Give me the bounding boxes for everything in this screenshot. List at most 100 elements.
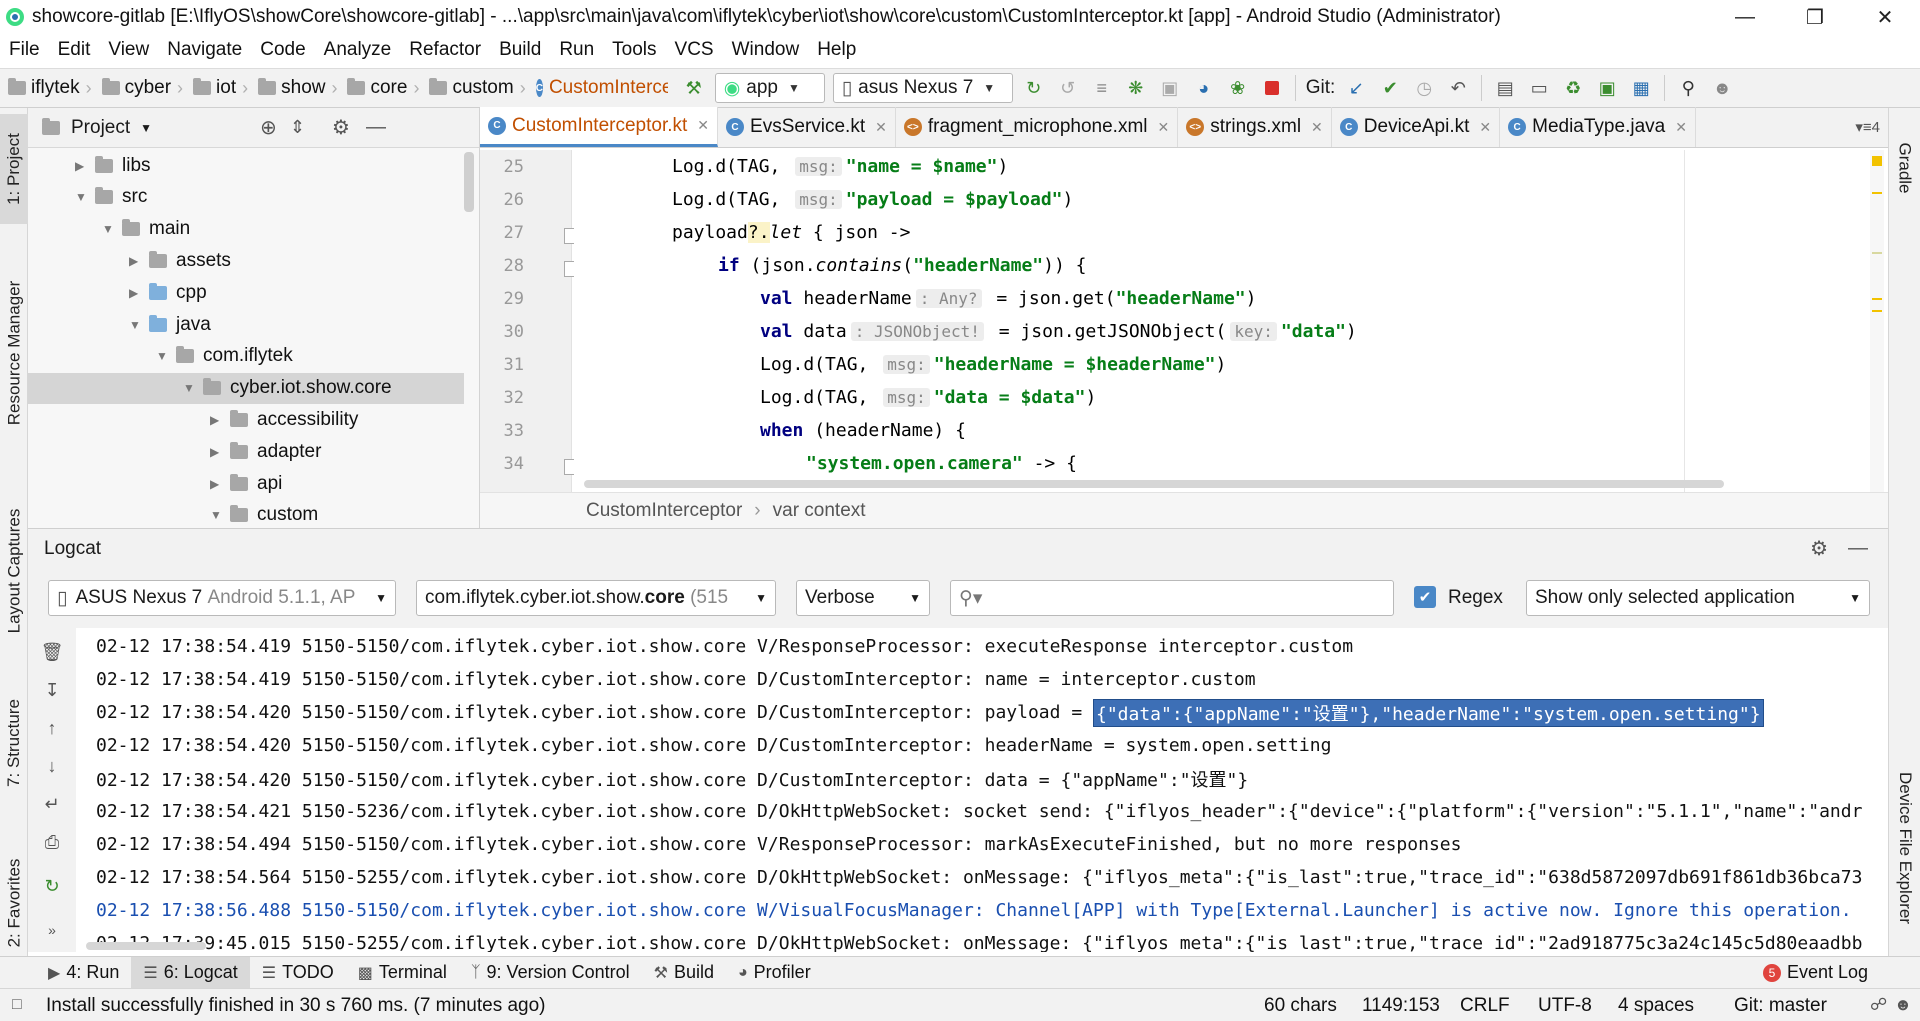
menu-file[interactable]: File xyxy=(0,39,49,61)
breadcrumb-file[interactable]: C CustomIntercepto xyxy=(528,77,668,99)
log-level-select[interactable]: Verbose ▼ xyxy=(796,580,930,616)
attach-debugger-icon[interactable]: ❀ xyxy=(1224,74,1252,102)
menu-window[interactable]: Window xyxy=(723,39,809,61)
tool-profiler[interactable]: ◕ Profiler xyxy=(726,957,823,989)
breadcrumb-class[interactable]: CustomInterceptor xyxy=(586,500,742,522)
hammer-icon[interactable]: ⚒ xyxy=(680,74,708,102)
locate-icon[interactable]: ⊕ xyxy=(260,115,277,140)
menu-edit[interactable]: Edit xyxy=(49,39,100,61)
menu-build[interactable]: Build xyxy=(490,39,550,61)
more-icon[interactable]: » xyxy=(40,918,64,942)
menu-help[interactable]: Help xyxy=(808,39,865,61)
editor-tab-deviceapi-kt[interactable]: C DeviceApi.kt ✕ xyxy=(1332,107,1501,147)
close-icon[interactable]: ✕ xyxy=(1311,119,1323,136)
tool-build[interactable]: ⚒ Build xyxy=(642,957,726,989)
tool-run[interactable]: ▶ 4: Run xyxy=(36,957,131,989)
menu-refactor[interactable]: Refactor xyxy=(400,39,490,61)
breadcrumb-iot[interactable]: iot › xyxy=(185,77,250,99)
arrow-down-icon[interactable]: ↓ xyxy=(40,754,64,778)
gear-icon[interactable]: ⚙ xyxy=(332,115,350,140)
project-view-select[interactable]: Project xyxy=(71,117,130,139)
search-icon[interactable]: ⚲ xyxy=(1674,74,1702,102)
profile-icon[interactable]: ◕ xyxy=(1190,74,1218,102)
status-indent[interactable]: 4 spaces xyxy=(1618,989,1694,1021)
menu-run[interactable]: Run xyxy=(550,39,603,61)
sync-gradle-icon[interactable]: ♻ xyxy=(1559,74,1587,102)
breadcrumb-custom[interactable]: custom › xyxy=(421,77,527,99)
rerun-icon[interactable]: ↻ xyxy=(1020,74,1048,102)
tree-item-custom[interactable]: ▼ custom xyxy=(28,500,464,531)
tree-item-api[interactable]: ▶ api xyxy=(28,468,464,499)
project-scrollbar[interactable] xyxy=(464,152,474,212)
tree-item-com-iflytek[interactable]: ▼ com.iflytek xyxy=(28,341,464,372)
git-rollback-icon[interactable]: ↶ xyxy=(1444,74,1472,102)
editor-tab-custominterceptor-kt[interactable]: C CustomInterceptor.kt ✕ xyxy=(480,107,719,147)
sdk-manager-icon[interactable]: ▣ xyxy=(1593,74,1621,102)
tree-item-java[interactable]: ▼ java xyxy=(28,309,464,340)
tool-tab-gradle[interactable]: Gradle xyxy=(1889,118,1920,218)
run-config-select[interactable]: ◉ app ▼ xyxy=(714,73,825,103)
restart-icon[interactable]: ↻ xyxy=(40,874,64,898)
editor-tab-mediatype-java[interactable]: C MediaType.java ✕ xyxy=(1500,107,1696,147)
hide-panel-icon[interactable]: — xyxy=(366,116,386,139)
editor-tab-strings-xml[interactable]: <> strings.xml ✕ xyxy=(1178,107,1332,147)
logcat-search-input[interactable]: ⚲▾ xyxy=(950,580,1394,616)
close-icon[interactable]: ✕ xyxy=(1675,119,1687,136)
tool-tab-project[interactable]: 1: Project xyxy=(0,114,28,224)
status-encoding[interactable]: UTF-8 xyxy=(1538,989,1592,1021)
print-icon[interactable]: ⎙ xyxy=(40,830,64,854)
minimize-button[interactable]: — xyxy=(1710,0,1780,34)
editor-tab-evsservice-kt[interactable]: C EvsService.kt ✕ xyxy=(718,107,896,147)
status-git-branch[interactable]: Git: master xyxy=(1734,989,1827,1021)
logcat-device-select[interactable]: ▯ ASUS Nexus 7 Android 5.1.1, AP ▼ xyxy=(48,580,396,616)
chevron-down-icon[interactable]: ▼ xyxy=(102,222,114,236)
close-icon[interactable]: ✕ xyxy=(697,117,709,134)
chevron-right-icon[interactable]: ▶ xyxy=(210,477,222,491)
close-button[interactable]: ✕ xyxy=(1850,0,1920,34)
build-variants-icon[interactable]: ▦ xyxy=(1627,74,1655,102)
logcat-filter-select[interactable]: Show only selected application ▼ xyxy=(1526,580,1870,616)
chevron-right-icon[interactable]: ▶ xyxy=(210,413,222,427)
menu-code[interactable]: Code xyxy=(251,39,314,61)
coverage-icon[interactable]: ▣ xyxy=(1156,74,1184,102)
code-editor[interactable]: Log.d(TAG, msg: "name = $name") Log.d(TAG… xyxy=(574,150,1886,492)
chevron-right-icon[interactable]: ▶ xyxy=(129,286,141,300)
avd-manager-icon[interactable]: ▭ xyxy=(1525,74,1553,102)
debug-icon[interactable]: ❋ xyxy=(1122,74,1150,102)
scroll-to-end-icon[interactable]: ↧ xyxy=(40,678,64,702)
tool-event-log[interactable]: 5 Event Log xyxy=(1751,957,1880,989)
chevron-down-icon[interactable]: ▼ xyxy=(140,121,152,135)
project-structure-icon[interactable]: ▤ xyxy=(1491,74,1519,102)
gear-icon[interactable]: ⚙ xyxy=(1810,536,1828,561)
breadcrumb-cyber[interactable]: cyber › xyxy=(94,77,185,99)
chevron-right-icon[interactable]: ▶ xyxy=(210,445,222,459)
chevron-down-icon[interactable]: ▼ xyxy=(210,508,222,522)
hide-panel-icon[interactable]: — xyxy=(1848,537,1868,560)
editor-tab-fragment-microphone-xml[interactable]: <> fragment_microphone.xml ✕ xyxy=(896,107,1179,147)
breadcrumb-show[interactable]: show › xyxy=(250,77,339,99)
tree-item-adapter[interactable]: ▶ adapter xyxy=(28,436,464,467)
device-select[interactable]: ▯ asus Nexus 7 ▼ xyxy=(832,73,1013,103)
close-icon[interactable]: ✕ xyxy=(875,119,887,136)
chevron-down-icon[interactable]: ▼ xyxy=(75,190,87,204)
tree-item-cpp[interactable]: ▶ cpp xyxy=(28,277,464,308)
tool-logcat[interactable]: ☰ 6: Logcat xyxy=(131,956,250,989)
breadcrumb-member[interactable]: var context xyxy=(773,500,866,522)
menu-vcs[interactable]: VCS xyxy=(666,39,723,61)
tree-item-libs[interactable]: ▶ libs xyxy=(28,150,464,181)
tree-item-main[interactable]: ▼ main xyxy=(28,214,464,245)
chevron-down-icon[interactable]: ▼ xyxy=(156,349,168,363)
lock-icon[interactable]: ☍ xyxy=(1870,995,1887,1015)
breadcrumb-core[interactable]: core › xyxy=(339,77,421,99)
tool-version-control[interactable]: ᛉ 9: Version Control xyxy=(459,957,642,989)
breadcrumb-iflytek[interactable]: iflytek › xyxy=(0,77,94,99)
inspection-icon[interactable]: ☻ xyxy=(1894,995,1912,1015)
warning-marker[interactable] xyxy=(1872,156,1882,166)
chevron-right-icon[interactable]: ▶ xyxy=(129,254,141,268)
tool-tab-layout-captures[interactable]: Layout Captures xyxy=(0,486,28,656)
menu-view[interactable]: View xyxy=(99,39,158,61)
horizontal-scrollbar[interactable] xyxy=(584,480,1724,488)
git-history-icon[interactable]: ◷ xyxy=(1410,74,1438,102)
chevron-down-icon[interactable]: ▼ xyxy=(183,381,195,395)
logcat-process-select[interactable]: com.iflytek.cyber.iot.show. core (515 ▼ xyxy=(416,580,776,616)
